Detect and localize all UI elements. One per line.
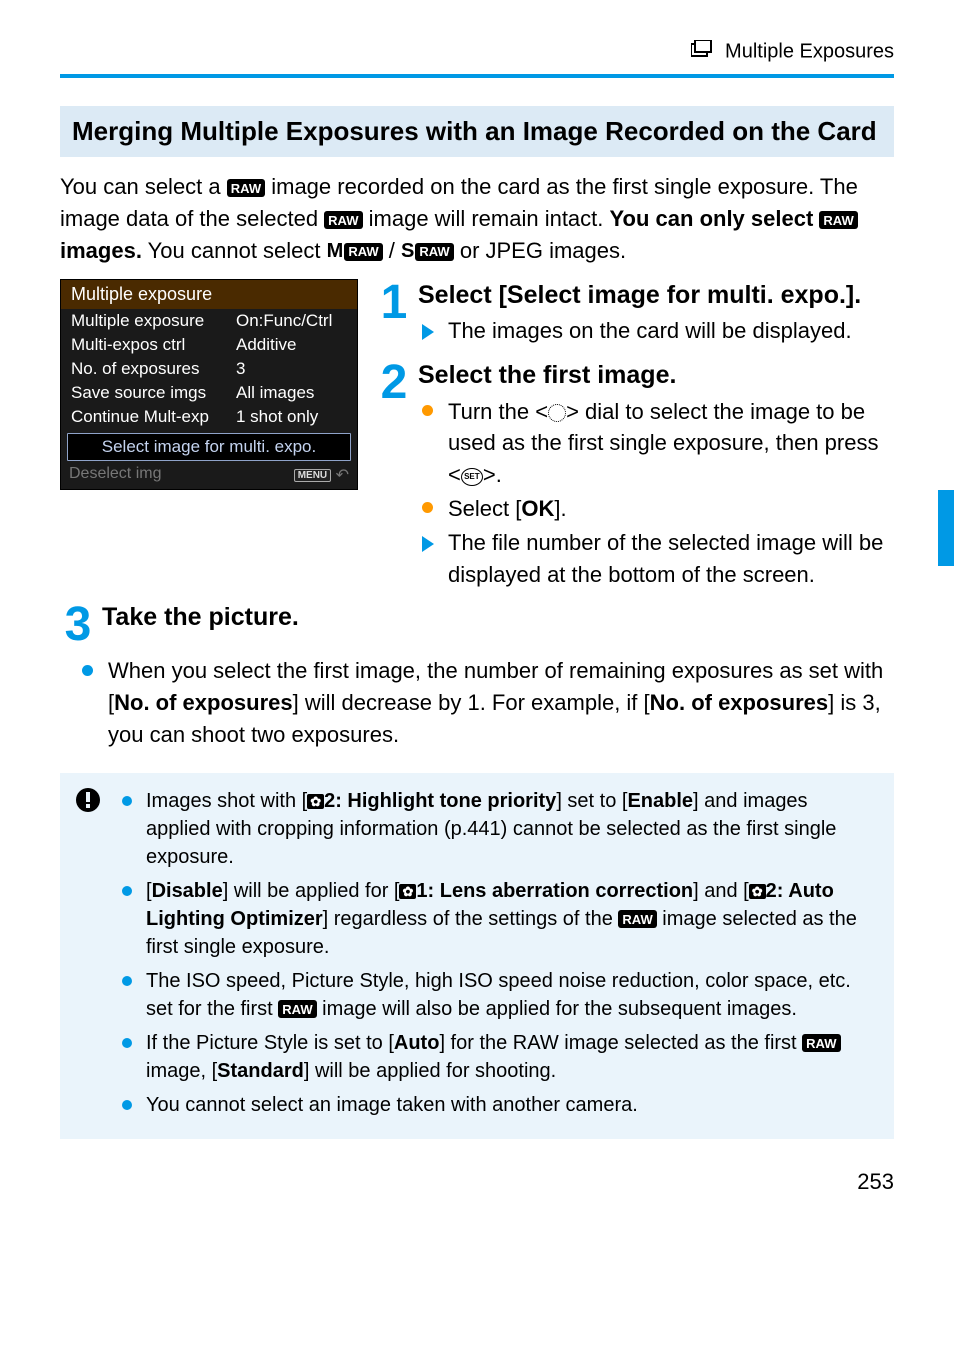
caution-icon	[74, 785, 100, 811]
raw-icon: RAW	[278, 1000, 316, 1018]
text: ] for the RAW image selected as the firs…	[439, 1032, 802, 1054]
camera-icon: ✿	[399, 884, 416, 899]
step-2-bullet: Select [OK].	[448, 493, 894, 525]
text: You can select a	[60, 174, 227, 199]
menu-row: Continue Mult-exp 1 shot only	[61, 405, 357, 429]
menu-value: All images	[236, 383, 314, 403]
s-prefix: S	[401, 240, 414, 262]
text: ] and [	[693, 880, 749, 902]
text: Turn the <	[448, 399, 548, 424]
raw-icon: RAW	[344, 243, 382, 261]
menu-label: Save source imgs	[71, 383, 226, 403]
note-item: The ISO speed, Picture Style, high ISO s…	[122, 967, 876, 1023]
text-bold: Standard	[217, 1060, 304, 1082]
step-1-number: 1	[376, 279, 412, 349]
header-title: Multiple Exposures	[725, 40, 894, 62]
text: image will also be applied for the subse…	[317, 998, 797, 1020]
note-item: [Disable] will be applied for [✿1: Lens …	[122, 877, 876, 961]
text: Images shot with [	[146, 790, 307, 812]
menu-label: Multi-expos ctrl	[71, 335, 226, 355]
text-bold: Disable	[152, 880, 223, 902]
text-bold: No. of exposures	[650, 690, 828, 715]
step-2-number: 2	[376, 359, 412, 593]
header-rule	[60, 74, 894, 78]
menu-label: Multiple exposure	[71, 311, 226, 331]
menu-value: Additive	[236, 335, 296, 355]
dial-icon	[548, 404, 566, 422]
raw-icon: RAW	[415, 243, 453, 261]
menu-value: 1 shot only	[236, 407, 318, 427]
step-1-result: The images on the card will be displayed…	[448, 315, 894, 347]
text: ] set to [	[556, 790, 627, 812]
raw-icon: RAW	[802, 1034, 840, 1052]
note-item: Images shot with [✿2: Highlight tone pri…	[122, 787, 876, 871]
camera-icon: ✿	[307, 794, 324, 809]
text: ].	[554, 496, 566, 521]
menu-title: Multiple exposure	[61, 280, 357, 309]
intro-paragraph: You can select a RAW image recorded on t…	[60, 171, 894, 267]
text: ] will be applied for [	[223, 880, 400, 902]
menu-value: On:Func/Ctrl	[236, 311, 332, 331]
text: >.	[483, 462, 502, 487]
text: ] will be applied for shooting.	[304, 1060, 556, 1082]
text-bold: 1: Lens aberration correction	[416, 880, 693, 902]
page-header: Multiple Exposures	[0, 0, 954, 74]
text: ] will decrease by 1. For example, if [	[293, 690, 650, 715]
menu-label: Continue Mult-exp	[71, 407, 226, 427]
note-item: You cannot select an image taken with an…	[122, 1091, 876, 1119]
menu-row: Multi-expos ctrl Additive	[61, 333, 357, 357]
menu-label: No. of exposures	[71, 359, 226, 379]
text-bold: Auto	[394, 1032, 440, 1054]
menu-selected-row: Select image for multi. expo.	[67, 433, 351, 461]
text-bold: images.	[60, 238, 142, 263]
note-item: If the Picture Style is set to [Auto] fo…	[122, 1029, 876, 1085]
stack-icon	[691, 40, 713, 64]
step-2-result: The file number of the selected image wi…	[448, 527, 894, 591]
caution-box: Images shot with [✿2: Highlight tone pri…	[60, 773, 894, 1139]
text: You cannot select	[148, 238, 327, 263]
text: image will remain intact.	[369, 206, 610, 231]
set-icon: SET	[461, 468, 483, 486]
text-bold: 2: Highlight tone priority	[324, 790, 556, 812]
camera-menu-screenshot: Multiple exposure Multiple exposureOn:Fu…	[60, 279, 358, 490]
m-prefix: M	[327, 240, 344, 262]
menu-bottom-row: Deselect img MENU ↶	[61, 463, 357, 489]
menu-row: No. of exposures 3	[61, 357, 357, 381]
step-3-number: 3	[60, 601, 96, 649]
text: ] regardless of the settings of the	[323, 908, 619, 930]
raw-icon: RAW	[618, 910, 656, 928]
step-1-title: Select [Select image for multi. expo.].	[418, 279, 894, 312]
menu-value: 3	[236, 359, 245, 379]
text-bold: No. of exposures	[114, 690, 292, 715]
camera-icon: ✿	[749, 884, 766, 899]
menu-back: MENU ↶	[294, 465, 349, 485]
deselect-label: Deselect img	[69, 465, 161, 485]
menu-row: Save source imgs All images	[61, 381, 357, 405]
text: image, [	[146, 1060, 217, 1082]
back-arrow-icon: ↶	[336, 467, 349, 484]
step-2-bullet: Turn the <> dial to select the image to …	[448, 396, 894, 492]
raw-icon: RAW	[324, 211, 362, 229]
text-bold: You can only select	[610, 206, 820, 231]
step-3-title: Take the picture.	[102, 601, 894, 634]
text-bold: OK	[521, 496, 554, 521]
section-heading: Merging Multiple Exposures with an Image…	[60, 106, 894, 157]
text-bold: Enable	[627, 790, 693, 812]
menu-button-label: MENU	[294, 469, 331, 482]
menu-row: Multiple exposure On:Func/Ctrl	[61, 309, 357, 333]
step-3-bullet: When you select the first image, the num…	[108, 655, 894, 751]
step-2-title: Select the first image.	[418, 359, 894, 392]
text: If the Picture Style is set to [	[146, 1032, 394, 1054]
raw-icon: RAW	[819, 211, 857, 229]
text: Select [	[448, 496, 521, 521]
text: or JPEG images.	[460, 238, 626, 263]
raw-icon: RAW	[227, 179, 265, 197]
page-number: 253	[0, 1169, 954, 1225]
